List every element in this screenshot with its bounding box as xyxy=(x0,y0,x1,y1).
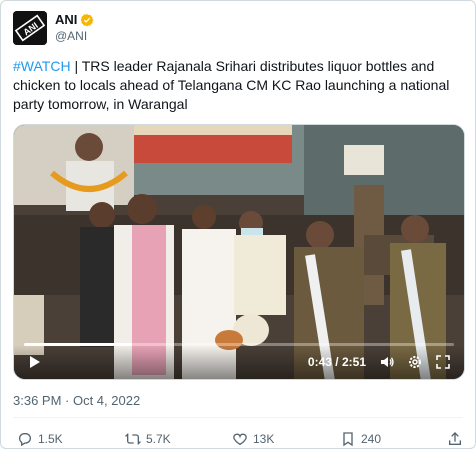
heart-icon xyxy=(233,433,247,446)
video-current-time: 0:43 xyxy=(307,355,332,369)
fullscreen-button[interactable] xyxy=(432,351,454,373)
hashtag-link[interactable]: #WATCH xyxy=(13,58,71,74)
volume-icon xyxy=(381,357,394,367)
volume-button[interactable] xyxy=(376,351,398,373)
share-icon xyxy=(449,432,461,445)
author-handle[interactable]: @ANI xyxy=(55,28,94,44)
video-frame xyxy=(14,125,464,379)
ani-logo-icon: ANI xyxy=(13,11,47,45)
bookmark-button[interactable]: 240 xyxy=(340,431,381,447)
bookmark-icon xyxy=(343,432,353,447)
tweet-text: #WATCH | TRS leader Rajanala Srihari dis… xyxy=(13,57,465,114)
video-duration: 2:51 xyxy=(341,355,366,369)
settings-icon xyxy=(409,356,421,368)
tweet-body: | TRS leader Rajanala Srihari distribute… xyxy=(13,58,450,112)
verified-badge-icon xyxy=(81,13,94,27)
retweet-button[interactable]: 5.7K xyxy=(125,431,171,447)
fullscreen-icon xyxy=(436,355,450,369)
like-count: 13K xyxy=(253,432,275,446)
author-names: ANI @ANI xyxy=(55,12,94,44)
tweet-card: ANI ANI @ANI #WATCH | TRS leader Rajanal… xyxy=(0,0,476,449)
play-icon xyxy=(30,356,40,368)
reply-icon xyxy=(19,433,31,447)
video-time-separator: / xyxy=(331,355,342,369)
divider xyxy=(13,417,463,418)
author-display-name[interactable]: ANI xyxy=(55,12,77,28)
settings-button[interactable] xyxy=(404,351,426,373)
bookmark-count: 240 xyxy=(361,432,382,446)
tweet-timestamp[interactable]: 3:36 PM · Oct 4, 2022 xyxy=(13,393,140,408)
play-button[interactable] xyxy=(24,351,46,373)
tweet-header: ANI ANI @ANI xyxy=(13,11,94,45)
video-player[interactable]: 0:43 / 2:51 xyxy=(13,124,465,380)
video-time: 0:43 / 2:51 xyxy=(308,355,366,369)
retweet-icon xyxy=(125,433,141,445)
like-button[interactable]: 13K xyxy=(232,431,274,447)
tweet-actions: 1.5K 5.7K 13K 240 xyxy=(13,429,463,449)
avatar[interactable]: ANI xyxy=(13,11,47,45)
share-button[interactable] xyxy=(447,431,468,447)
retweet-count: 5.7K xyxy=(146,432,171,446)
reply-count: 1.5K xyxy=(38,432,63,446)
reply-button[interactable]: 1.5K xyxy=(17,431,63,447)
video-controls: 0:43 / 2:51 xyxy=(14,345,464,379)
